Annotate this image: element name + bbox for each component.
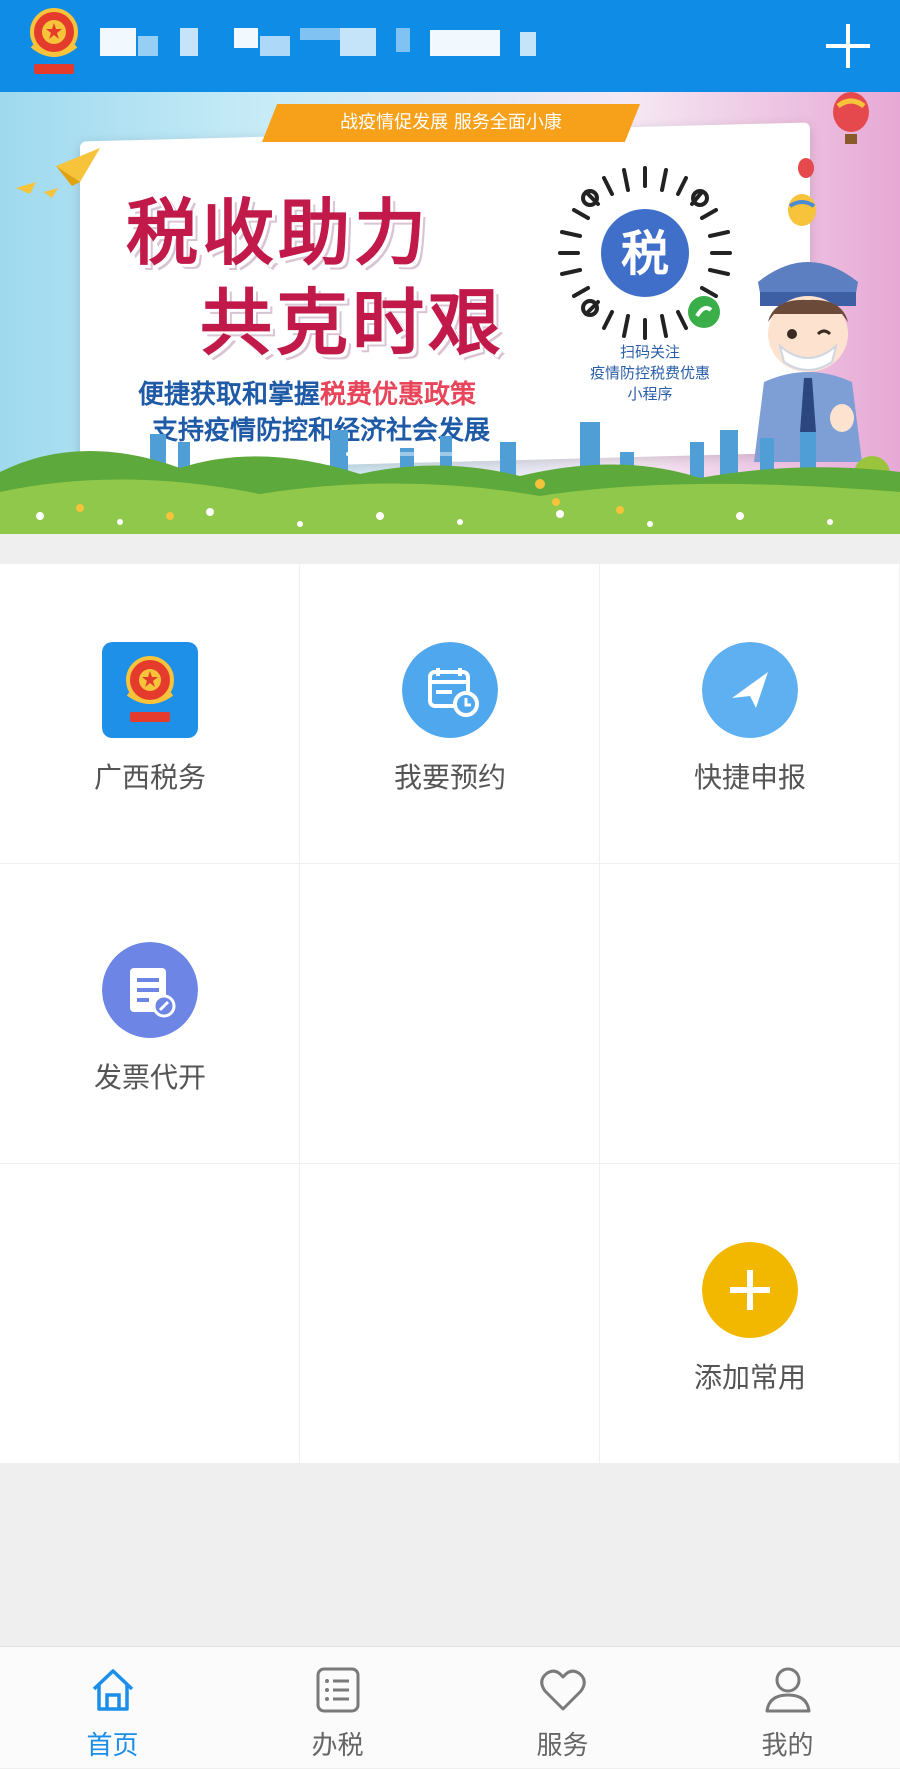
carousel-dot[interactable]	[434, 452, 462, 456]
bottom-nav: 首页 办税 服务 我的	[0, 1646, 900, 1768]
banner-ribbon: 战疫情促发展 服务全面小康	[262, 104, 640, 142]
grid-item-guangxi-tax[interactable]: 广西税务	[0, 564, 300, 864]
tab-home[interactable]: 首页	[0, 1647, 225, 1769]
tab-label: 服务	[536, 1731, 589, 1761]
grid-item-label: 快捷申报	[693, 761, 806, 794]
grid-item-label: 发票代开	[93, 1061, 206, 1094]
heart-icon	[540, 1669, 586, 1711]
grid-empty-cell	[300, 1164, 600, 1464]
paper-plane-decoration-icon	[16, 148, 100, 198]
grid-empty-cell	[0, 1164, 300, 1464]
grid-item-label: 广西税务	[93, 761, 206, 794]
grid-item-quick-declare[interactable]: 快捷申报	[600, 564, 900, 864]
balloon-icon	[833, 92, 869, 144]
calendar-clock-icon	[402, 642, 498, 738]
tab-mine[interactable]: 我的	[675, 1647, 900, 1769]
grid-item-label: 添加常用	[693, 1361, 806, 1394]
grid-item-label: 我要预约	[393, 761, 506, 794]
banner-landscape	[0, 422, 900, 534]
mini-program-code: 税	[558, 166, 732, 340]
carousel-dot[interactable]	[390, 452, 418, 456]
qr-caption-line-1: 扫码关注	[619, 343, 680, 361]
function-grid: 广西税务 我要预约 快捷申报 发票代开 添加常用	[0, 564, 900, 1464]
banner-subline-1-prefix: 便捷获取和掌握	[138, 380, 321, 410]
grid-empty-cell	[300, 864, 600, 1164]
tab-label: 办税	[311, 1731, 364, 1761]
tab-label: 我的	[761, 1731, 814, 1761]
balloon-icon	[788, 158, 816, 226]
grid-item-add-favorite[interactable]: 添加常用	[600, 1164, 900, 1464]
tax-emblem-icon	[102, 642, 198, 738]
invoice-edit-icon	[102, 942, 198, 1038]
paper-plane-icon	[702, 642, 798, 738]
tab-label: 首页	[86, 1731, 139, 1761]
tax-emblem-icon	[30, 8, 78, 74]
grid-empty-cell	[600, 864, 900, 1164]
banner-subline-1-highlight: 税费优惠政策	[320, 380, 477, 410]
app-header: ██ ███ ██ ████ ██ █	[0, 0, 900, 92]
qr-caption: 扫码关注 疫情防控税费优惠 小程序	[570, 342, 730, 405]
banner-subline-1: 便捷获取和掌握税费优惠政策	[138, 374, 476, 411]
tab-service[interactable]: 服务	[450, 1647, 675, 1769]
list-icon	[316, 1667, 360, 1713]
home-icon	[92, 1669, 134, 1711]
tab-tax[interactable]: 办税	[225, 1647, 450, 1769]
carousel-dot-active[interactable]	[346, 452, 374, 456]
grid-item-invoice-issue[interactable]: 发票代开	[0, 864, 300, 1164]
carousel-indicator[interactable]	[346, 452, 546, 458]
promo-banner[interactable]: 战疫情促发展 服务全面小康 税收助力 共克时艰 便捷获取和掌握税费优惠政策 支持…	[0, 92, 900, 534]
qr-caption-line-2: 疫情防控税费优惠	[589, 364, 710, 382]
qr-center-char: 税	[621, 226, 669, 282]
qr-caption-line-3: 小程序	[627, 385, 673, 403]
grid-item-appointment[interactable]: 我要预约	[300, 564, 600, 864]
plus-icon[interactable]	[820, 18, 876, 74]
plus-circle-icon	[702, 1242, 798, 1338]
user-icon	[765, 1667, 811, 1713]
banner-headline-2: 共克时艰	[200, 280, 505, 365]
